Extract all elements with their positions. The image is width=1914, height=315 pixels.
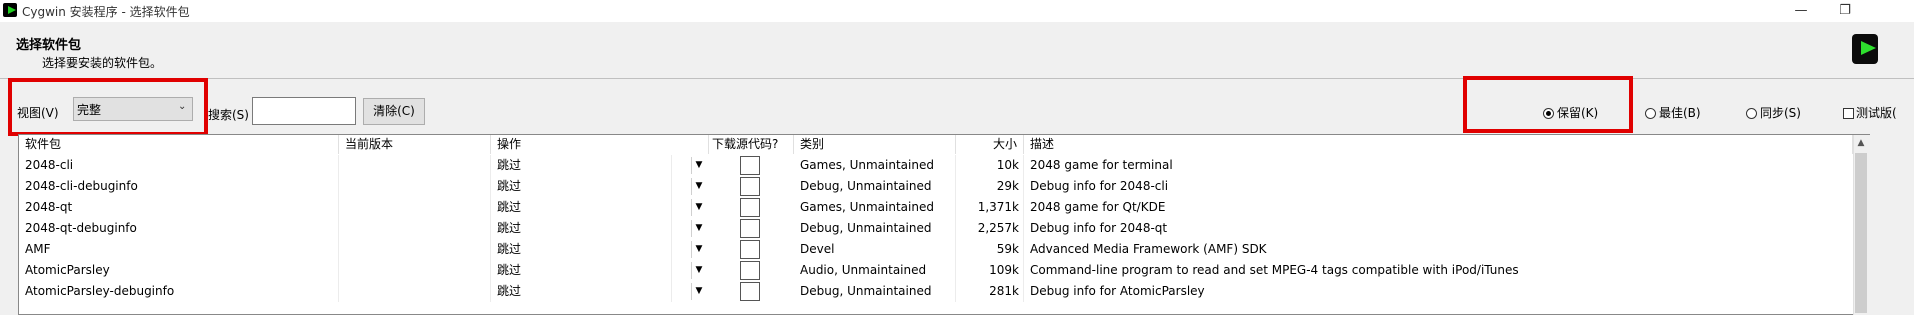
radio-empty-icon xyxy=(1746,108,1757,119)
package-size: 29k xyxy=(956,176,1024,197)
current-version xyxy=(339,155,491,176)
action-select[interactable]: 跳过 xyxy=(491,155,672,176)
package-size: 281k xyxy=(956,281,1024,302)
column-header-current[interactable]: 当前版本 xyxy=(339,135,491,154)
source-checkbox[interactable] xyxy=(740,282,760,301)
search-label: 搜索(S) xyxy=(208,108,249,122)
page-title: 选择软件包 xyxy=(16,38,82,53)
column-header-name[interactable]: 软件包 xyxy=(19,135,339,154)
current-version xyxy=(339,239,491,260)
current-version xyxy=(339,281,491,302)
table-row[interactable]: 2048-cli 跳过 ▼ Games, Unmaintained 10k 2048 ga… xyxy=(19,155,1870,176)
package-description: 2048 game for Qt/KDE xyxy=(1024,197,1856,218)
source-checkbox[interactable] xyxy=(740,240,760,259)
package-description: 2048 game for terminal xyxy=(1024,155,1856,176)
radio-empty-icon xyxy=(1645,108,1656,119)
dropdown-arrow-icon[interactable]: ▼ xyxy=(691,241,706,258)
scroll-up-icon[interactable]: ▲ xyxy=(1853,135,1869,152)
source-checkbox[interactable] xyxy=(740,177,760,196)
package-name: 2048-qt-debuginfo xyxy=(19,218,339,239)
source-checkbox[interactable] xyxy=(740,198,760,217)
source-checkbox[interactable] xyxy=(740,261,760,280)
current-version xyxy=(339,197,491,218)
package-description: Advanced Media Framework (AMF) SDK xyxy=(1024,239,1856,260)
cygwin-app-icon xyxy=(3,3,17,17)
package-description: Debug info for 2048-cli xyxy=(1024,176,1856,197)
dropdown-arrow-icon[interactable]: ▼ xyxy=(691,283,706,300)
column-header-action[interactable]: 操作 xyxy=(491,135,709,154)
test-checkbox-label: 测试版( xyxy=(1856,106,1897,120)
package-description: Debug info for 2048-qt xyxy=(1024,218,1856,239)
package-name: 2048-cli-debuginfo xyxy=(19,176,339,197)
current-version xyxy=(339,260,491,281)
dropdown-arrow-icon[interactable]: ▼ xyxy=(691,157,706,174)
radio-best-label: 最佳(B) xyxy=(1659,106,1701,120)
radio-sync[interactable]: 同步(S) xyxy=(1746,104,1801,121)
radio-best[interactable]: 最佳(B) xyxy=(1645,104,1701,121)
package-name: AtomicParsley-debuginfo xyxy=(19,281,339,302)
source-checkbox[interactable] xyxy=(740,219,760,238)
radio-sync-label: 同步(S) xyxy=(1760,106,1801,120)
minimize-button[interactable]: — xyxy=(1778,0,1824,22)
dropdown-arrow-icon[interactable]: ▼ xyxy=(691,178,706,195)
package-description: Command-line program to read and set MPE… xyxy=(1024,260,1856,281)
source-checkbox[interactable] xyxy=(740,156,760,175)
package-size: 10k xyxy=(956,155,1024,176)
test-checkbox[interactable]: 测试版( xyxy=(1843,104,1897,121)
column-header-source[interactable]: 下载源代码? xyxy=(709,135,794,154)
package-category: Debug, Unmaintained xyxy=(794,176,956,197)
table-row[interactable]: AMF 跳过 ▼ Devel 59k Advanced Media Framework (… xyxy=(19,239,1870,260)
search-input[interactable] xyxy=(252,97,356,125)
header-panel xyxy=(0,22,1914,79)
table-row[interactable]: 2048-qt-debuginfo 跳过 ▼ Debug, Unmaintained 2… xyxy=(19,218,1870,239)
package-category: Games, Unmaintained xyxy=(794,197,956,218)
cygwin-logo-icon xyxy=(1852,34,1878,64)
action-select[interactable]: 跳过 xyxy=(491,197,672,218)
package-description: Debug info for AtomicParsley xyxy=(1024,281,1856,302)
package-category: Audio, Unmaintained xyxy=(794,260,956,281)
title-bar xyxy=(0,0,1914,22)
package-size: 1,371k xyxy=(956,197,1024,218)
scrollbar-thumb[interactable] xyxy=(1855,153,1867,313)
package-category: Games, Unmaintained xyxy=(794,155,956,176)
column-header-size[interactable]: 大小 xyxy=(956,135,1024,154)
package-size: 2,257k xyxy=(956,218,1024,239)
table-row[interactable]: 2048-cli-debuginfo 跳过 ▼ Debug, Unmaintained… xyxy=(19,176,1870,197)
dropdown-arrow-icon[interactable]: ▼ xyxy=(691,262,706,279)
column-header-category[interactable]: 类别 xyxy=(794,135,956,154)
table-row[interactable]: 2048-qt 跳过 ▼ Games, Unmaintained 1,371k 2048 … xyxy=(19,197,1870,218)
action-select[interactable]: 跳过 xyxy=(491,218,672,239)
action-select[interactable]: 跳过 xyxy=(491,176,672,197)
package-category: Debug, Unmaintained xyxy=(794,281,956,302)
current-version xyxy=(339,218,491,239)
highlight-box-radio xyxy=(1463,76,1633,133)
highlight-box-view xyxy=(8,78,208,136)
package-name: 2048-cli xyxy=(19,155,339,176)
package-name: 2048-qt xyxy=(19,197,339,218)
package-name: AtomicParsley xyxy=(19,260,339,281)
action-select[interactable]: 跳过 xyxy=(491,281,672,302)
restore-button[interactable]: ❐ xyxy=(1822,0,1868,22)
action-select[interactable]: 跳过 xyxy=(491,260,672,281)
package-size: 109k xyxy=(956,260,1024,281)
package-size: 59k xyxy=(956,239,1024,260)
table-row[interactable]: AtomicParsley 跳过 ▼ Audio, Unmaintained 109k C… xyxy=(19,260,1870,281)
clear-button[interactable]: 清除(C) xyxy=(363,98,425,125)
dropdown-arrow-icon[interactable]: ▼ xyxy=(691,220,706,237)
dropdown-arrow-icon[interactable]: ▼ xyxy=(691,199,706,216)
package-name: AMF xyxy=(19,239,339,260)
window-title: Cygwin 安装程序 - 选择软件包 xyxy=(22,5,190,19)
current-version xyxy=(339,176,491,197)
page-subtitle: 选择要安装的软件包。 xyxy=(42,56,163,70)
package-category: Debug, Unmaintained xyxy=(794,218,956,239)
checkbox-icon xyxy=(1843,108,1854,119)
table-row[interactable]: AtomicParsley-debuginfo 跳过 ▼ Debug, Unmaint… xyxy=(19,281,1870,302)
action-select[interactable]: 跳过 xyxy=(491,239,672,260)
column-header-desc[interactable]: 描述 xyxy=(1024,135,1853,154)
package-category: Devel xyxy=(794,239,956,260)
